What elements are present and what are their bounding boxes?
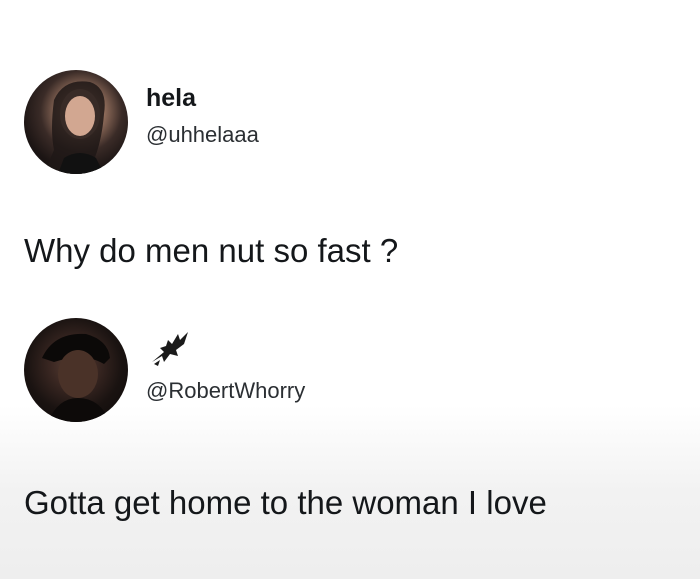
eagle-icon: [152, 332, 188, 366]
user-handle[interactable]: @RobertWhorry: [146, 378, 305, 404]
screenshot-canvas: hela @uhhelaaa Why do men nut so fast ? …: [0, 0, 700, 579]
avatar-photo-icon: [44, 81, 110, 174]
display-name[interactable]: hela: [146, 84, 196, 113]
user-handle[interactable]: @uhhelaaa: [146, 122, 259, 148]
tweet-text: Why do men nut so fast ?: [24, 232, 399, 269]
avatar-photo-icon: [42, 333, 110, 422]
avatar[interactable]: [24, 70, 128, 174]
tweet-text: Gotta get home to the woman I love: [24, 484, 547, 521]
avatar[interactable]: [24, 318, 128, 422]
